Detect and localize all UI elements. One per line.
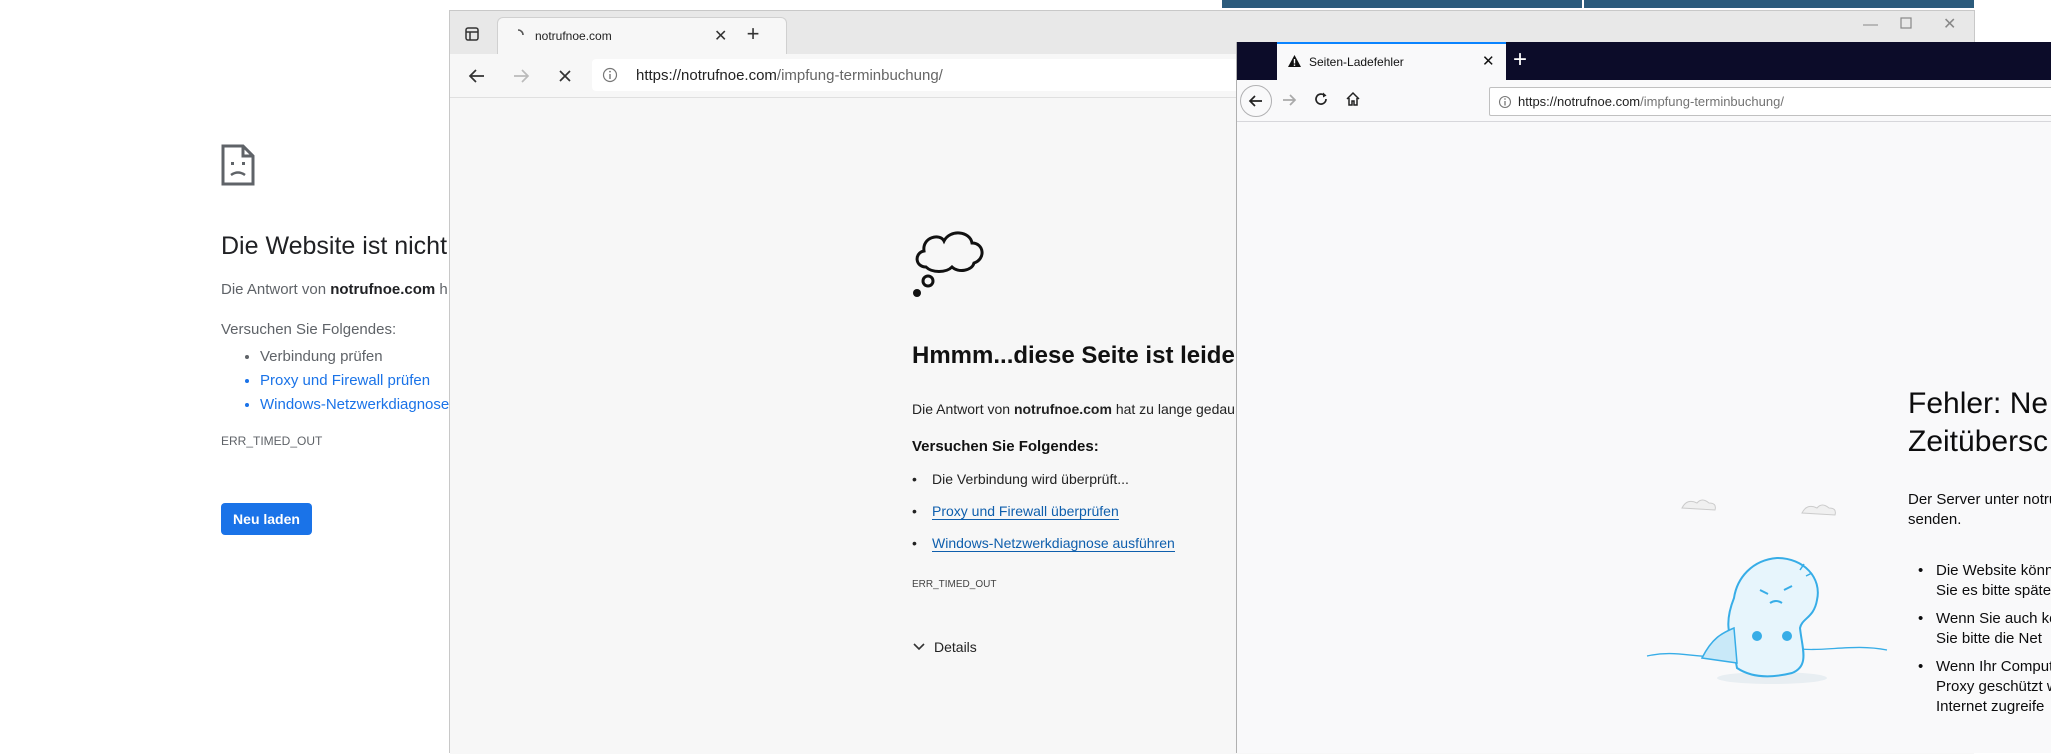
error-description: Die Antwort von notrufnoe.com hat zu lan… bbox=[912, 401, 1235, 417]
site-info-icon[interactable] bbox=[1498, 95, 1512, 114]
list-item: • Proxy und Firewall überprüfen bbox=[912, 503, 1119, 520]
page-title: Fehler: Ne Zeitübersc bbox=[1908, 387, 2049, 458]
chevron-down-icon bbox=[912, 639, 926, 655]
list-item: • Die Verbindung wird überprüft... bbox=[912, 471, 1129, 487]
close-window-icon[interactable]: ✕ bbox=[1943, 14, 1956, 34]
page-title: Die Website ist nicht bbox=[221, 232, 448, 260]
reload-button[interactable]: Neu laden bbox=[221, 503, 312, 535]
suggestion-list: • Die Website könn Sie es bitte späte • W… bbox=[1918, 561, 2051, 717]
url-text: https://notrufnoe.com/impfung-terminbuch… bbox=[636, 67, 943, 84]
list-item: • Wenn Sie auch ke Sie bitte die Net bbox=[1918, 610, 2051, 647]
maximize-icon[interactable] bbox=[1900, 16, 1912, 34]
background-window-strip bbox=[1584, 0, 1974, 8]
firefox-error-content: Fehler: Ne Zeitübersc Der Server unter n… bbox=[1237, 123, 2051, 753]
forward-icon[interactable] bbox=[510, 65, 532, 87]
background-window-strip bbox=[1222, 0, 1582, 8]
proxy-firewall-link[interactable]: Proxy und Firewall überprüfen bbox=[932, 503, 1119, 520]
site-info-icon[interactable] bbox=[602, 67, 618, 88]
error-code: ERR_TIMED_OUT bbox=[221, 434, 323, 448]
address-field[interactable]: https://notrufnoe.com/impfung-terminbuch… bbox=[1489, 87, 2051, 116]
error-description: Der Server unter notru senden. bbox=[1908, 491, 2051, 528]
try-heading: Versuchen Sie Folgendes: bbox=[912, 438, 1099, 455]
sad-document-icon bbox=[221, 144, 255, 191]
back-icon[interactable] bbox=[466, 65, 488, 87]
list-item: • Wenn Ihr Comput Proxy geschützt w Intern… bbox=[1918, 658, 2051, 715]
tab-close-icon[interactable]: ✕ bbox=[1482, 52, 1495, 70]
tab-page-load-error[interactable]: Seiten-Ladefehler ✕ bbox=[1277, 42, 1506, 80]
firefox-toolbar: https://notrufnoe.com/impfung-terminbuch… bbox=[1237, 80, 2051, 122]
proxy-firewall-link[interactable]: Proxy und Firewall prüfen bbox=[260, 369, 449, 393]
details-label: Details bbox=[934, 639, 977, 655]
error-description: Die Antwort von notrufnoe.com h bbox=[221, 281, 448, 298]
tab-close-icon[interactable]: ✕ bbox=[714, 26, 727, 46]
new-tab-icon[interactable]: + bbox=[1513, 46, 1527, 74]
tab-title: notrufnoe.com bbox=[535, 29, 612, 43]
dinosaur-illustration-icon bbox=[1642, 488, 1892, 703]
details-toggle[interactable]: Details bbox=[912, 639, 977, 655]
list-item: • Die Website könn Sie es bitte späte bbox=[1918, 562, 2051, 599]
warning-icon bbox=[1287, 54, 1302, 73]
new-tab-icon[interactable]: + bbox=[742, 21, 764, 46]
network-diagnostics-link[interactable]: Windows-Netzwerkdiagnose ausführen bbox=[932, 535, 1175, 552]
home-icon[interactable] bbox=[1345, 91, 1361, 112]
try-heading: Versuchen Sie Folgendes: bbox=[221, 321, 397, 338]
stop-loading-icon[interactable] bbox=[554, 65, 576, 87]
forward-icon[interactable] bbox=[1281, 93, 1297, 112]
minimize-icon[interactable]: — bbox=[1863, 16, 1878, 33]
suggestion-list: • Die Verbindung wird überprüft... • Proxy… bbox=[912, 471, 1175, 567]
firefox-window: Seiten-Ladefehler ✕ + https://notrufnoe.… bbox=[1236, 42, 2051, 753]
network-diagnostics-link[interactable]: Windows-Netzwerkdiagnose bbox=[260, 393, 449, 417]
back-icon[interactable] bbox=[1240, 85, 1272, 117]
error-code: ERR_TIMED_OUT bbox=[912, 579, 997, 590]
url-text: https://notrufnoe.com/impfung-terminbuch… bbox=[1518, 94, 1784, 109]
thought-cloud-icon bbox=[912, 223, 987, 304]
loading-spinner-icon bbox=[511, 28, 525, 47]
firefox-tabstrip: Seiten-Ladefehler ✕ + bbox=[1237, 42, 2051, 80]
tab-actions-icon[interactable] bbox=[462, 24, 482, 44]
tab-title: Seiten-Ladefehler bbox=[1309, 55, 1404, 69]
page-title: Hmmm...diese Seite ist leider bbox=[912, 342, 1245, 369]
suggestion-list: Verbindung prüfen Proxy und Firewall prü… bbox=[260, 345, 449, 417]
list-item: Verbindung prüfen bbox=[260, 345, 449, 369]
reload-icon[interactable] bbox=[1313, 91, 1329, 112]
list-item: • Windows-Netzwerkdiagnose ausführen bbox=[912, 535, 1175, 552]
